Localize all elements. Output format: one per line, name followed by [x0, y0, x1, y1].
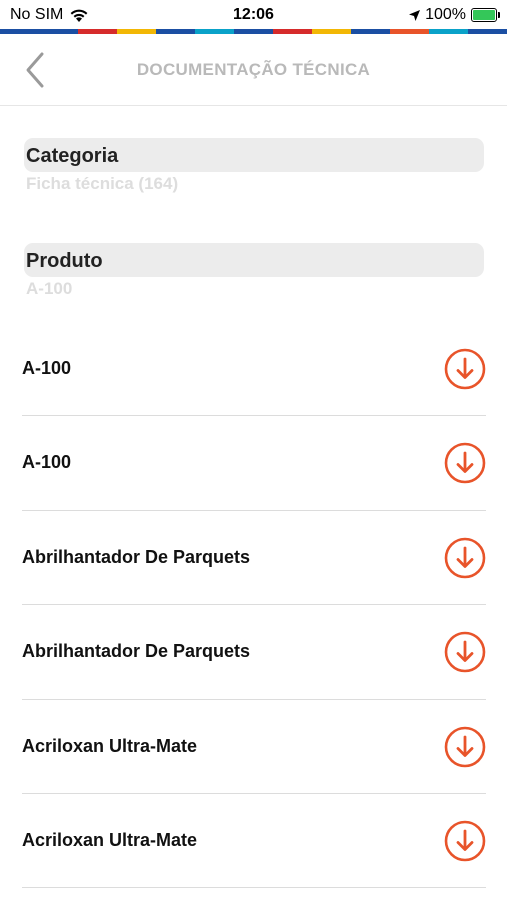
- download-icon: [444, 443, 486, 484]
- battery-icon: [471, 8, 500, 22]
- download-button[interactable]: [444, 631, 486, 673]
- page-title: DOCUMENTAÇÃO TÉCNICA: [136, 60, 371, 79]
- document-row[interactable]: A-100: [22, 322, 486, 417]
- document-row[interactable]: Abrilhantador De Parquets: [22, 511, 486, 606]
- download-icon: [444, 631, 486, 673]
- document-row[interactable]: Acriloxan Ultra-Mate: [22, 700, 486, 794]
- document-name: Acriloxan Ultra-Mate: [22, 735, 198, 756]
- category-picker-label: Categoria: [26, 145, 119, 167]
- nav-header: DOCUMENTAÇÃO TÉCNICA: [0, 34, 507, 106]
- battery-percentage: 100%: [425, 6, 466, 23]
- document-name: Acriloxan Ultra-Mate: [22, 829, 198, 850]
- document-name: A-100: [22, 358, 72, 378]
- document-row[interactable]: A-100: [22, 416, 486, 511]
- download-icon: [444, 820, 486, 862]
- document-name: A-100: [22, 452, 72, 473]
- location-arrow-icon: [409, 9, 421, 21]
- status-bar: No SIM 12:06 100%: [0, 0, 507, 30]
- document-name: Abrilhantador De Parquets: [22, 641, 251, 662]
- download-icon: [444, 537, 486, 579]
- download-button[interactable]: [444, 442, 486, 484]
- product-picker[interactable]: Produto A-100: [24, 243, 484, 305]
- download-button[interactable]: [444, 726, 486, 768]
- document-row[interactable]: Abrilhantador De Parquets: [22, 605, 486, 700]
- status-bar-right: 100%: [408, 6, 500, 24]
- document-list: A-100 A-100 Abrilhantador De Parquets Abril…: [22, 322, 486, 889]
- download-button[interactable]: [444, 820, 486, 862]
- document-row[interactable]: Acriloxan Ultra-Mate: [22, 794, 486, 889]
- category-picker-value[interactable]: Ficha técnica (164): [26, 174, 178, 194]
- download-icon: [444, 348, 486, 390]
- product-picker-label: Produto: [26, 250, 103, 272]
- download-button[interactable]: [444, 348, 486, 390]
- category-picker[interactable]: Categoria Ficha técnica (164): [24, 138, 484, 200]
- product-picker-value[interactable]: A-100: [26, 279, 72, 299]
- document-name: Abrilhantador De Parquets: [22, 546, 251, 567]
- download-button[interactable]: [444, 537, 486, 579]
- download-icon: [444, 726, 486, 767]
